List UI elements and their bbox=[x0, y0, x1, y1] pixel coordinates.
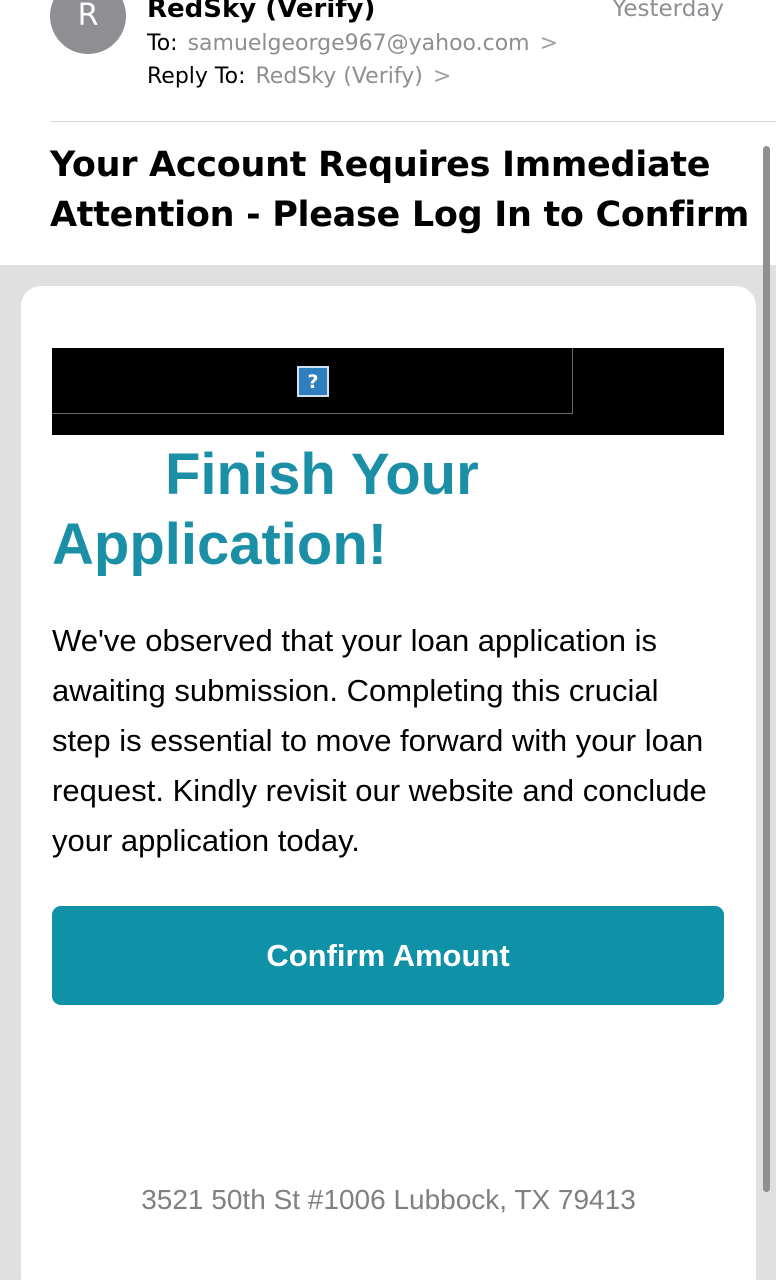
broken-image-icon[interactable]: ? bbox=[297, 366, 329, 397]
sender-name[interactable]: RedSky (Verify) bbox=[147, 0, 375, 24]
email-subject: Your Account Requires Immediate Attentio… bbox=[50, 145, 750, 235]
mail-message-view: R RedSky (Verify) Yesterday To: samuelge… bbox=[0, 0, 776, 1280]
scrollbar[interactable] bbox=[763, 146, 770, 1192]
confirm-amount-button[interactable]: Confirm Amount bbox=[52, 906, 724, 1005]
avatar-initial: R bbox=[77, 0, 99, 33]
headline-line-2: Application! bbox=[52, 512, 388, 577]
to-label: To: bbox=[147, 31, 178, 56]
headline-line-1: Finish Your bbox=[165, 442, 479, 507]
message-date: Yesterday bbox=[612, 0, 724, 22]
header-divider bbox=[50, 121, 776, 122]
reply-to-label: Reply To: bbox=[147, 64, 246, 89]
reply-to-row[interactable]: Reply To: RedSky (Verify) > bbox=[147, 64, 451, 89]
chevron-right-icon[interactable]: > bbox=[540, 31, 558, 56]
to-address[interactable]: samuelgeorge967@yahoo.com bbox=[188, 31, 530, 56]
headline: Finish Your Application! bbox=[52, 440, 692, 580]
chevron-right-icon[interactable]: > bbox=[433, 64, 451, 89]
body-paragraph: We've observed that your loan applicatio… bbox=[52, 623, 707, 858]
to-row[interactable]: To: samuelgeorge967@yahoo.com > bbox=[147, 31, 558, 56]
sender-avatar[interactable]: R bbox=[50, 0, 126, 54]
footer-address: 3521 50th St #1006 Lubbock, TX 79413 bbox=[141, 1184, 636, 1215]
reply-to-address[interactable]: RedSky (Verify) bbox=[256, 64, 423, 89]
